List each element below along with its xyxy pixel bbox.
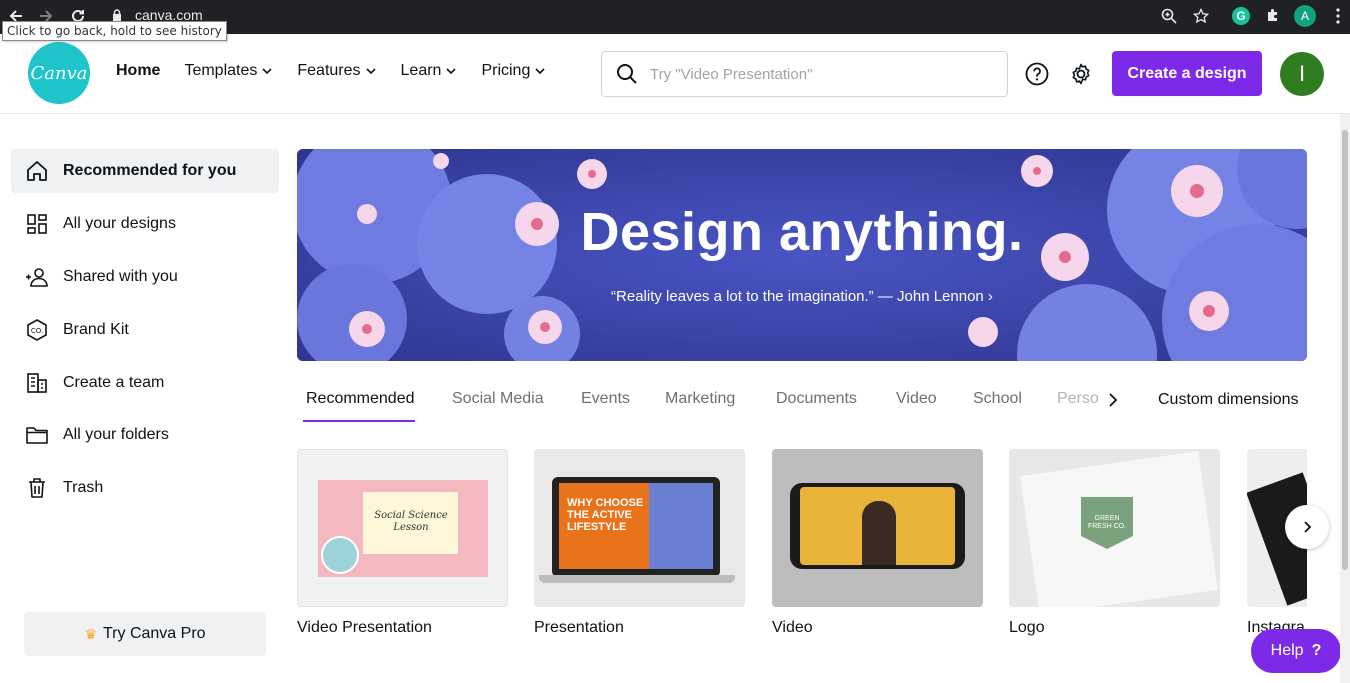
chevron-right-icon[interactable] — [1104, 390, 1122, 410]
nav-templates[interactable]: Templates — [184, 62, 273, 80]
help-button[interactable]: Help ? — [1251, 629, 1341, 673]
grammarly-extension-icon[interactable]: G — [1232, 7, 1250, 25]
card-video[interactable]: Video — [772, 449, 983, 637]
tab-school[interactable]: School — [973, 390, 1022, 408]
sidebar-item-label: Brand Kit — [63, 321, 129, 338]
search-icon — [617, 64, 637, 84]
tab-marketing[interactable]: Marketing — [665, 390, 735, 408]
brand-kit-icon: CO. — [27, 319, 47, 341]
scrollbar-thumb[interactable] — [1342, 130, 1348, 570]
banner-quote-link[interactable]: “Reality leaves a lot to the imagination… — [297, 288, 1307, 305]
slide-preview: Social Science Lesson — [318, 480, 488, 577]
card-video-presentation[interactable]: Social Science Lesson Video Presentation — [297, 449, 508, 637]
people-icon — [26, 268, 48, 287]
nav-home[interactable]: Home — [116, 62, 160, 80]
page-scrollbar[interactable] — [1340, 114, 1350, 683]
sidebar-item-label: Recommended for you — [63, 162, 237, 179]
slide-title: WHY CHOOSE THE ACTIVE LIFESTYLE — [567, 497, 644, 533]
banner-title: Design anything. — [580, 202, 1024, 262]
nav-templates-label: Templates — [184, 62, 258, 79]
nav-home-label: Home — [116, 62, 161, 79]
browser-profile-avatar[interactable]: A — [1294, 5, 1316, 27]
top-navigation: Home Templates Features Learn Pricing — [116, 62, 570, 80]
browser-menu-icon[interactable] — [1327, 5, 1349, 27]
crown-icon: ♛ — [84, 625, 97, 642]
tab-documents[interactable]: Documents — [776, 390, 857, 408]
category-tabs: Recommended Social Media Events Marketin… — [297, 380, 1307, 424]
active-tab-underline — [303, 420, 415, 422]
trash-icon — [29, 478, 45, 498]
lock-icon[interactable] — [112, 8, 122, 21]
building-icon — [27, 373, 47, 393]
card-label: Video — [772, 619, 813, 636]
tab-recommended[interactable]: Recommended — [306, 390, 415, 408]
user-avatar[interactable]: I — [1280, 52, 1324, 96]
sidebar-item-recommended[interactable]: Recommended for you — [11, 149, 279, 193]
extensions-puzzle-icon[interactable] — [1262, 5, 1284, 27]
sidebar-item-label: Trash — [63, 479, 104, 496]
card-thumbnail: WHY CHOOSE THE ACTIVE LIFESTYLE — [534, 449, 745, 607]
app-header: Canva Home Templates Features Learn Pric… — [0, 34, 1350, 114]
carousel-next-button[interactable] — [1285, 505, 1329, 549]
nav-features-label: Features — [297, 62, 361, 79]
back-button-tooltip: Click to go back, hold to see history — [2, 21, 227, 41]
try-canva-pro-button[interactable]: ♛ Try Canva Pro — [24, 612, 266, 656]
gear-icon[interactable] — [1069, 62, 1093, 86]
card-label: Logo — [1009, 619, 1045, 636]
card-thumbnail — [772, 449, 983, 607]
nav-pricing-label: Pricing — [481, 62, 531, 79]
bookmark-star-icon[interactable] — [1190, 5, 1212, 27]
try-canva-pro-label: Try Canva Pro — [103, 625, 206, 642]
slide-title: Social Science Lesson — [374, 510, 448, 533]
sidebar-item-all-designs[interactable]: All your designs — [11, 202, 279, 246]
sidebar-item-label: Shared with you — [63, 268, 178, 285]
sidebar-item-label: All your folders — [63, 426, 169, 443]
svg-text:CO.: CO. — [31, 327, 43, 335]
sidebar-item-trash[interactable]: Trash — [11, 466, 279, 510]
sidebar-item-label: Create a team — [63, 374, 165, 391]
chevron-down-icon — [262, 68, 272, 75]
hero-banner: Design anything. “Reality leaves a lot t… — [297, 149, 1307, 361]
chevron-down-icon — [365, 68, 376, 75]
nav-pricing[interactable]: Pricing — [481, 62, 546, 80]
card-thumbnail: Social Science Lesson — [297, 449, 508, 607]
video-preview — [800, 487, 955, 565]
card-label: Video Presentation — [297, 619, 432, 636]
chevron-down-icon — [535, 68, 545, 75]
sidebar-item-folders[interactable]: All your folders — [11, 413, 279, 457]
card-thumbnail: GREEN FRESH CO. — [1009, 449, 1220, 607]
sidebar-item-shared[interactable]: Shared with you — [11, 255, 279, 299]
slide-preview: WHY CHOOSE THE ACTIVE LIFESTYLE — [559, 483, 713, 569]
grid-icon — [27, 214, 47, 234]
card-presentation[interactable]: WHY CHOOSE THE ACTIVE LIFESTYLE Presenta… — [534, 449, 745, 637]
tab-social-media[interactable]: Social Media — [452, 390, 544, 408]
nav-learn[interactable]: Learn — [401, 62, 458, 80]
sidebar: Recommended for you All your designs Sha… — [0, 114, 290, 683]
nav-learn-label: Learn — [400, 62, 442, 79]
chevron-down-icon — [446, 68, 457, 75]
search-input[interactable] — [650, 65, 990, 83]
help-circle-icon[interactable] — [1025, 62, 1049, 86]
sidebar-item-create-team[interactable]: Create a team — [11, 361, 279, 405]
card-label: Presentation — [534, 619, 624, 636]
custom-dimensions-button[interactable]: Custom dimensions — [1158, 391, 1299, 409]
zoom-icon[interactable] — [1158, 5, 1180, 27]
tab-personal[interactable]: Perso — [1057, 390, 1099, 408]
create-design-button[interactable]: Create a design — [1112, 51, 1262, 96]
search-box[interactable] — [601, 51, 1008, 97]
home-icon — [27, 161, 47, 181]
folder-icon — [26, 427, 48, 444]
card-logo[interactable]: GREEN FRESH CO. Logo — [1009, 449, 1220, 637]
question-mark-icon: ? — [1311, 642, 1322, 659]
nav-features[interactable]: Features — [297, 62, 376, 80]
tab-video[interactable]: Video — [896, 390, 937, 408]
tab-events[interactable]: Events — [581, 390, 630, 408]
template-cards: Social Science Lesson Video Presentation… — [297, 449, 1307, 649]
canva-logo[interactable]: Canva — [28, 42, 90, 104]
help-label: Help — [1270, 642, 1304, 659]
sidebar-item-brand-kit[interactable]: CO. Brand Kit — [11, 308, 279, 352]
chevron-right-icon — [1304, 521, 1312, 533]
sidebar-item-label: All your designs — [63, 215, 176, 232]
